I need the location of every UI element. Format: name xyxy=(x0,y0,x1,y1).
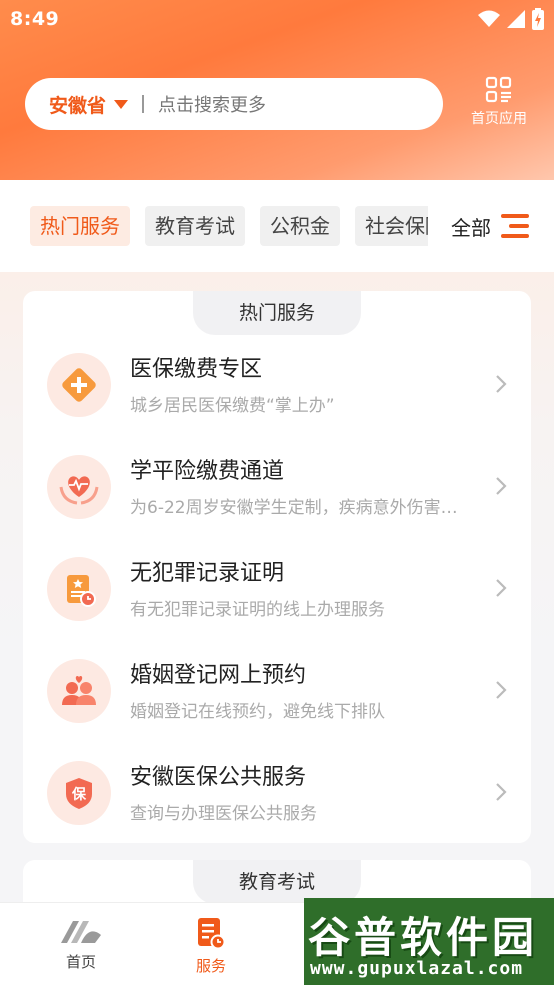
caret-down-icon[interactable] xyxy=(114,99,129,109)
grid-apps-icon xyxy=(485,76,512,103)
tab-education-exams[interactable]: 教育考试 xyxy=(145,206,245,246)
status-icons xyxy=(478,8,544,30)
nav-services[interactable]: 服务 xyxy=(161,903,261,985)
heart-hands-icon xyxy=(47,455,111,519)
watermark-url: www.gupuxlazal.com xyxy=(310,958,524,979)
service-subtitle: 有无犯罪记录证明的线上办理服务 xyxy=(130,600,385,620)
signal-icon xyxy=(507,10,525,28)
search-divider xyxy=(142,95,145,113)
shield-char: 保 xyxy=(71,786,87,803)
chevron-right-icon xyxy=(496,375,507,393)
service-subtitle: 城乡居民医保缴费“掌上办” xyxy=(130,396,335,416)
all-categories-button[interactable]: 全部 xyxy=(451,206,529,246)
tab-social-security[interactable]: 社会保障 xyxy=(355,206,428,246)
couple-icon xyxy=(47,659,111,723)
certificate-icon xyxy=(47,557,111,621)
service-item-medical-insurance-payment[interactable]: 医保缴费专区 城乡居民医保缴费“掌上办” xyxy=(23,335,531,435)
province-selector[interactable]: 安徽省 xyxy=(49,91,106,118)
chevron-right-icon xyxy=(496,783,507,801)
chevron-right-icon xyxy=(496,681,507,699)
service-subtitle: 查询与办理医保公共服务 xyxy=(130,804,317,824)
service-title: 学平险缴费通道 xyxy=(130,459,285,484)
service-subtitle: 为6-22周岁安徽学生定制，疾病意外伤害保障 xyxy=(130,498,470,518)
search-bar[interactable]: 安徽省 点击搜索更多 xyxy=(25,78,443,130)
hot-services-card: 热门服务 医保缴费专区 城乡居民医保缴费“掌上办” 学平险缴费通道 为6-22周… xyxy=(23,291,531,843)
section-title: 热门服务 xyxy=(193,291,361,335)
service-title: 无犯罪记录证明 xyxy=(130,561,285,586)
chevron-right-icon xyxy=(496,477,507,495)
service-item-anhui-medical-insurance[interactable]: 保 安徽医保公共服务 查询与办理医保公共服务 xyxy=(23,743,531,843)
service-title: 安徽医保公共服务 xyxy=(130,765,307,790)
service-item-marriage-registration[interactable]: 婚姻登记网上预约 婚姻登记在线预约，避免线下排队 xyxy=(23,641,531,741)
status-bar: 8:49 xyxy=(0,0,554,38)
all-categories-label: 全部 xyxy=(451,215,491,240)
services-doc-icon xyxy=(198,918,226,949)
chevron-right-icon xyxy=(496,579,507,597)
medical-plus-icon xyxy=(47,353,111,417)
shield-bao-icon: 保 xyxy=(47,761,111,825)
tab-housing-fund[interactable]: 公积金 xyxy=(260,206,340,246)
home-apps-button[interactable]: 首页应用 xyxy=(462,76,536,132)
home-logo-icon xyxy=(61,921,101,943)
watermark-text: 谷普软件园 xyxy=(308,913,539,962)
search-input[interactable]: 点击搜索更多 xyxy=(158,91,266,117)
nav-label: 首页 xyxy=(65,953,96,971)
service-title: 婚姻登记网上预约 xyxy=(130,663,307,688)
home-apps-label: 首页应用 xyxy=(471,111,527,127)
nav-label: 服务 xyxy=(195,957,226,975)
nav-home[interactable]: 首页 xyxy=(31,903,131,985)
tab-hot-services[interactable]: 热门服务 xyxy=(30,206,130,246)
service-item-student-insurance[interactable]: 学平险缴费通道 为6-22周岁安徽学生定制，疾病意外伤害保障 xyxy=(23,437,531,537)
watermark: 谷普软件园 www.gupuxlazal.com xyxy=(304,898,554,985)
category-tabs-bar: 热门服务 教育考试 公积金 社会保障 全部 xyxy=(0,180,554,272)
status-time: 8:49 xyxy=(10,8,60,30)
menu-icon xyxy=(501,214,529,238)
service-title: 医保缴费专区 xyxy=(130,357,263,382)
battery-icon xyxy=(532,8,544,30)
category-tabs: 热门服务 教育考试 公积金 社会保障 xyxy=(30,206,428,246)
service-item-no-criminal-record[interactable]: 无犯罪记录证明 有无犯罪记录证明的线上办理服务 xyxy=(23,539,531,639)
service-subtitle: 婚姻登记在线预约，避免线下排队 xyxy=(130,702,385,722)
wifi-icon xyxy=(478,10,500,27)
